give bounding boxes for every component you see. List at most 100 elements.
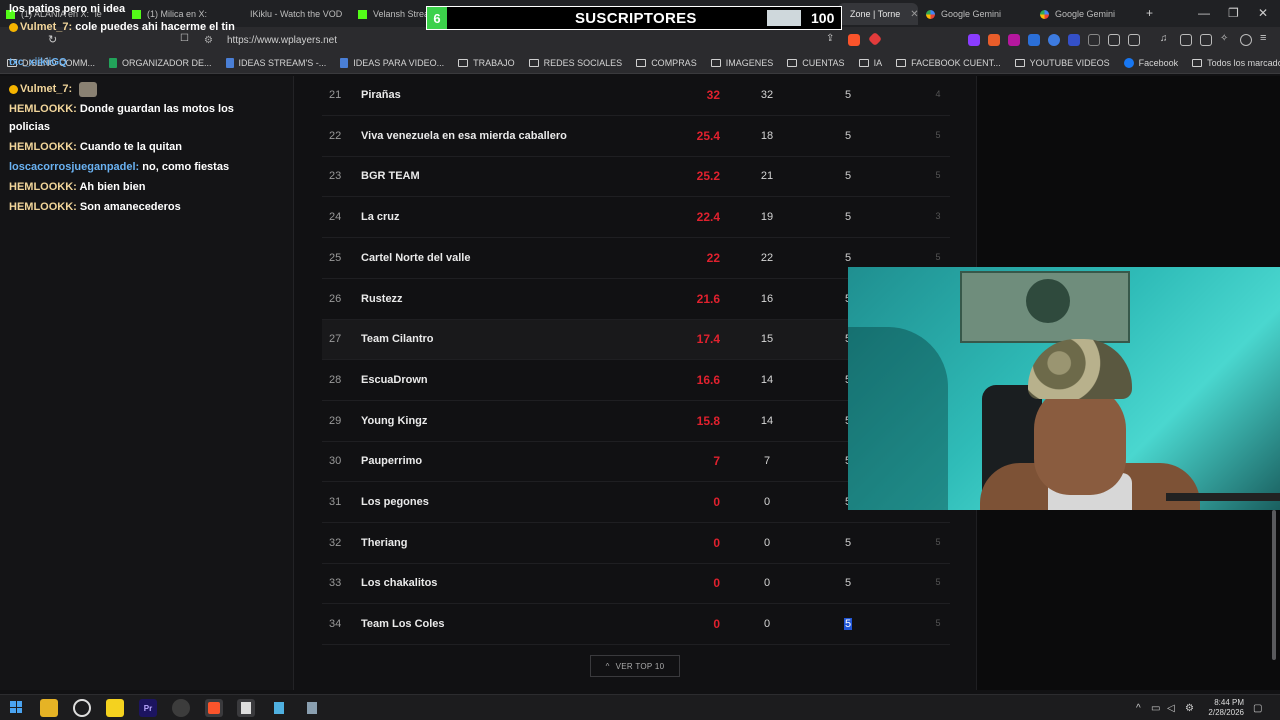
chat-message-partial: los patios pero ni idea	[9, 3, 126, 15]
chat-username-partial[interactable]: txc_xiikiiGQ	[9, 54, 249, 72]
bookmark-item[interactable]: IDEAS PARA VIDEO...	[333, 57, 451, 68]
minimize-icon[interactable]: —	[1198, 6, 1210, 20]
folder-icon	[636, 58, 647, 67]
file-explorer-icon[interactable]	[40, 699, 58, 717]
chat-username[interactable]: Vulmet_7:	[20, 21, 72, 33]
extension-icon[interactable]	[968, 34, 980, 46]
volume-icon[interactable]: ◁	[1167, 703, 1175, 714]
position-cell: 5	[935, 536, 941, 547]
table-row[interactable]: 34 Team Los Coles 0 0 5 5	[322, 605, 950, 646]
chat-username[interactable]: HEMLOOKK:	[9, 141, 77, 153]
bookmark-item[interactable]: COMPRAS	[629, 58, 704, 68]
games-cell: 5	[844, 577, 852, 590]
extension-icon[interactable]	[1068, 34, 1080, 46]
bookmark-item[interactable]: FACEBOOK CUENT...	[889, 58, 1008, 68]
gemini-icon	[926, 9, 935, 19]
extension-icon[interactable]	[1028, 34, 1040, 46]
folder-icon	[1192, 58, 1203, 67]
bookmark-item[interactable]: CUENTAS	[780, 58, 851, 68]
team-name-cell: Pirañas	[361, 89, 401, 101]
browser-tab[interactable]: Zone | Torne ✕	[838, 3, 918, 25]
bookmark-item[interactable]: IA	[852, 58, 890, 68]
chat-username[interactable]: Vulmet_7:	[20, 83, 72, 95]
close-window-icon[interactable]: ✕	[1258, 6, 1268, 20]
games-cell: 5	[844, 129, 852, 142]
network-icon[interactable]: ▭	[1151, 703, 1160, 714]
mic-stand	[1166, 493, 1280, 501]
show-top-10-button[interactable]: ^ VER TOP 10	[590, 655, 680, 677]
bookmark-item[interactable]: TRABAJO	[451, 58, 522, 68]
leo-ai-icon[interactable]: ✧	[1220, 33, 1232, 45]
subscriber-count: 6	[427, 7, 447, 29]
notification-icon[interactable]: ▢	[1253, 703, 1262, 714]
table-row[interactable]: 22 Viva venezuela en esa mierda caballero…	[322, 117, 950, 157]
obs-icon[interactable]	[172, 699, 190, 717]
selected-text: 5	[843, 618, 853, 631]
table-row[interactable]: 32 Theriang 0 0 5 5	[322, 524, 950, 564]
windows-start-icon[interactable]	[10, 701, 22, 713]
url-text: https://www.wplayers.net	[226, 34, 338, 46]
new-tab-button[interactable]: +	[1146, 6, 1153, 20]
table-row[interactable]: 24 La cruz 22.4 19 5 3	[322, 198, 950, 239]
tray-chevron-icon[interactable]: ^	[1136, 703, 1141, 714]
bookmark-item[interactable]: YOUTUBE VIDEOS	[1008, 58, 1117, 68]
table-row[interactable]: 21 Pirañas 32 32 5 4	[322, 76, 950, 116]
chat-username[interactable]: HEMLOOKK:	[9, 181, 77, 193]
table-row[interactable]: 33 Los chakalitos 0 0 5 5	[322, 564, 950, 605]
browser-tab[interactable]: Google Gemini	[920, 3, 1028, 25]
bookmark-item[interactable]: IMAGENES	[704, 58, 781, 68]
chat-username[interactable]: loscacorrosjueganpadel:	[9, 161, 139, 173]
calculator-icon[interactable]	[303, 699, 321, 717]
maximize-icon[interactable]: ❐	[1228, 6, 1239, 20]
extension-icon[interactable]	[1088, 34, 1100, 46]
table-row[interactable]: 23 BGR TEAM 25.2 21 5 5	[322, 157, 950, 198]
share-icon[interactable]: ⇪	[826, 33, 838, 45]
page-scrollbar[interactable]	[1272, 510, 1276, 660]
extension-icon[interactable]	[988, 34, 1000, 46]
brave-rewards-icon[interactable]	[867, 31, 883, 47]
folder-icon	[858, 58, 869, 67]
rank-cell: 34	[329, 618, 342, 631]
points-cell: 32	[706, 88, 720, 102]
points-cell: 0	[713, 617, 720, 632]
folder-icon	[1014, 58, 1025, 67]
close-tab-icon[interactable]: ✕	[910, 9, 918, 20]
extension-icon[interactable]	[1008, 34, 1020, 46]
folder-icon	[787, 58, 798, 67]
clock-date: 2/28/2026	[1208, 708, 1244, 717]
split-view-icon[interactable]	[1200, 34, 1212, 46]
position-cell: 5	[935, 577, 941, 588]
brave-taskbar-icon[interactable]	[205, 699, 223, 717]
sidebar-icon[interactable]	[1180, 34, 1192, 46]
bookmark-item[interactable]: Facebook	[1117, 57, 1186, 68]
points-cell: 22.4	[696, 210, 720, 225]
chat-username[interactable]: HEMLOOKK:	[9, 103, 77, 115]
taskbar-clock[interactable]: 8:44 PM 2/28/2026	[1200, 698, 1244, 718]
points-cell: 22	[706, 250, 720, 265]
menu-icon[interactable]: ≡	[1260, 32, 1272, 44]
folder-icon	[710, 58, 721, 67]
bookmark-item[interactable]: REDES SOCIALES	[522, 58, 630, 68]
site-settings-icon[interactable]: ⚙	[204, 35, 213, 46]
extension-icon[interactable]	[1048, 34, 1060, 46]
team-name-cell: Team Cilantro	[361, 333, 434, 346]
all-bookmarks-button[interactable]: Todos los marcadores	[1185, 58, 1280, 68]
extensions-puzzle-icon[interactable]	[1108, 34, 1120, 46]
address-bar[interactable]: ⚙ https://www.wplayers.net	[200, 31, 860, 49]
position-cell: 4	[935, 89, 941, 99]
chat-username[interactable]: HEMLOOKK:	[9, 201, 77, 213]
bookmark-label: COMPRAS	[651, 57, 697, 68]
notepad-icon[interactable]	[237, 699, 255, 717]
chrome-dev-icon[interactable]	[73, 699, 91, 717]
media-icon[interactable]: ♫	[1160, 33, 1172, 45]
brave-shield-icon[interactable]	[848, 34, 860, 46]
browser-tab[interactable]: IKiklu - Watch the VOD	[238, 3, 346, 25]
bookmark-label: YOUTUBE VIDEOS	[1029, 57, 1110, 68]
vpn-icon[interactable]	[1240, 34, 1252, 46]
sticky-notes-icon[interactable]	[106, 699, 124, 717]
wallet-icon[interactable]	[1128, 34, 1140, 46]
notepad-plus-icon[interactable]	[270, 699, 288, 717]
settings-icon[interactable]: ⚙	[1185, 703, 1194, 714]
browser-tab[interactable]: Google Gemini	[1034, 3, 1144, 25]
premiere-icon[interactable]: Pr	[139, 699, 157, 717]
